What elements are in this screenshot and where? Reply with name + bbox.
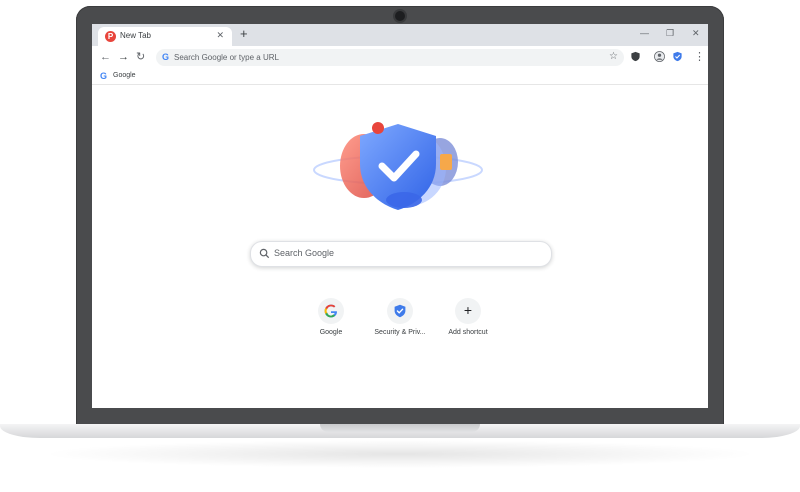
google-g-icon: G — [100, 71, 108, 81]
ntp-search-box[interactable]: Search Google — [250, 241, 552, 267]
shortcut-tile — [318, 298, 344, 324]
shortcut-tile — [387, 298, 413, 324]
close-window-button[interactable]: ✕ — [692, 28, 700, 39]
shortcut-security-privacy[interactable]: Security & Priv... — [365, 298, 435, 336]
tab-title: New Tab — [120, 31, 151, 40]
google-g-icon — [324, 304, 337, 318]
reload-button[interactable]: ↻ — [136, 51, 145, 63]
omnibox[interactable]: G Search Google or type a URL ☆ — [156, 49, 624, 66]
profile-avatar-icon[interactable] — [654, 51, 665, 62]
shortcut-label: Add shortcut — [448, 329, 488, 336]
menu-icon[interactable]: ⋮ — [694, 51, 705, 63]
extension-shield-icon[interactable] — [630, 51, 641, 62]
shield-check-icon — [394, 304, 406, 318]
shortcut-label: Security & Priv... — [374, 329, 426, 336]
shortcut-google[interactable]: Google — [296, 298, 366, 336]
minimize-button[interactable]: — — [640, 28, 649, 38]
bookmark-label: Google — [113, 72, 136, 79]
bookmarks-bar: G Google — [92, 70, 708, 85]
tab-strip: P New Tab ✕ + — ❐ ✕ — [92, 24, 708, 46]
google-g-icon: G — [162, 52, 170, 62]
webcam — [395, 11, 405, 21]
toolbar: ← → ↻ G Search Google or type a URL ☆ ⋮ — [92, 46, 708, 70]
browser-window: P New Tab ✕ + — ❐ ✕ ← → ↻ G Search Googl… — [92, 24, 708, 408]
security-hero-illustration — [313, 122, 483, 210]
tab-new-tab[interactable]: P New Tab ✕ — [98, 27, 232, 46]
tab-close-icon[interactable]: ✕ — [216, 30, 224, 41]
search-icon — [259, 248, 270, 259]
search-placeholder: Search Google — [274, 248, 335, 258]
back-button[interactable]: ← — [100, 51, 111, 63]
bookmark-star-icon[interactable]: ☆ — [609, 51, 618, 62]
omnibox-placeholder: Search Google or type a URL — [174, 53, 279, 62]
security-shield-icon[interactable] — [672, 51, 683, 62]
shortcut-tile: + — [455, 298, 481, 324]
shortcut-add[interactable]: + Add shortcut — [433, 298, 503, 336]
laptop-hinge-notch — [320, 424, 480, 432]
maximize-button[interactable]: ❐ — [666, 28, 674, 39]
forward-button[interactable]: → — [118, 51, 129, 63]
tab-favicon-icon: P — [105, 31, 116, 42]
new-tab-button[interactable]: + — [240, 27, 248, 41]
plus-icon: + — [463, 302, 473, 318]
laptop-shadow — [40, 440, 760, 468]
shortcut-label: Google — [319, 329, 343, 336]
